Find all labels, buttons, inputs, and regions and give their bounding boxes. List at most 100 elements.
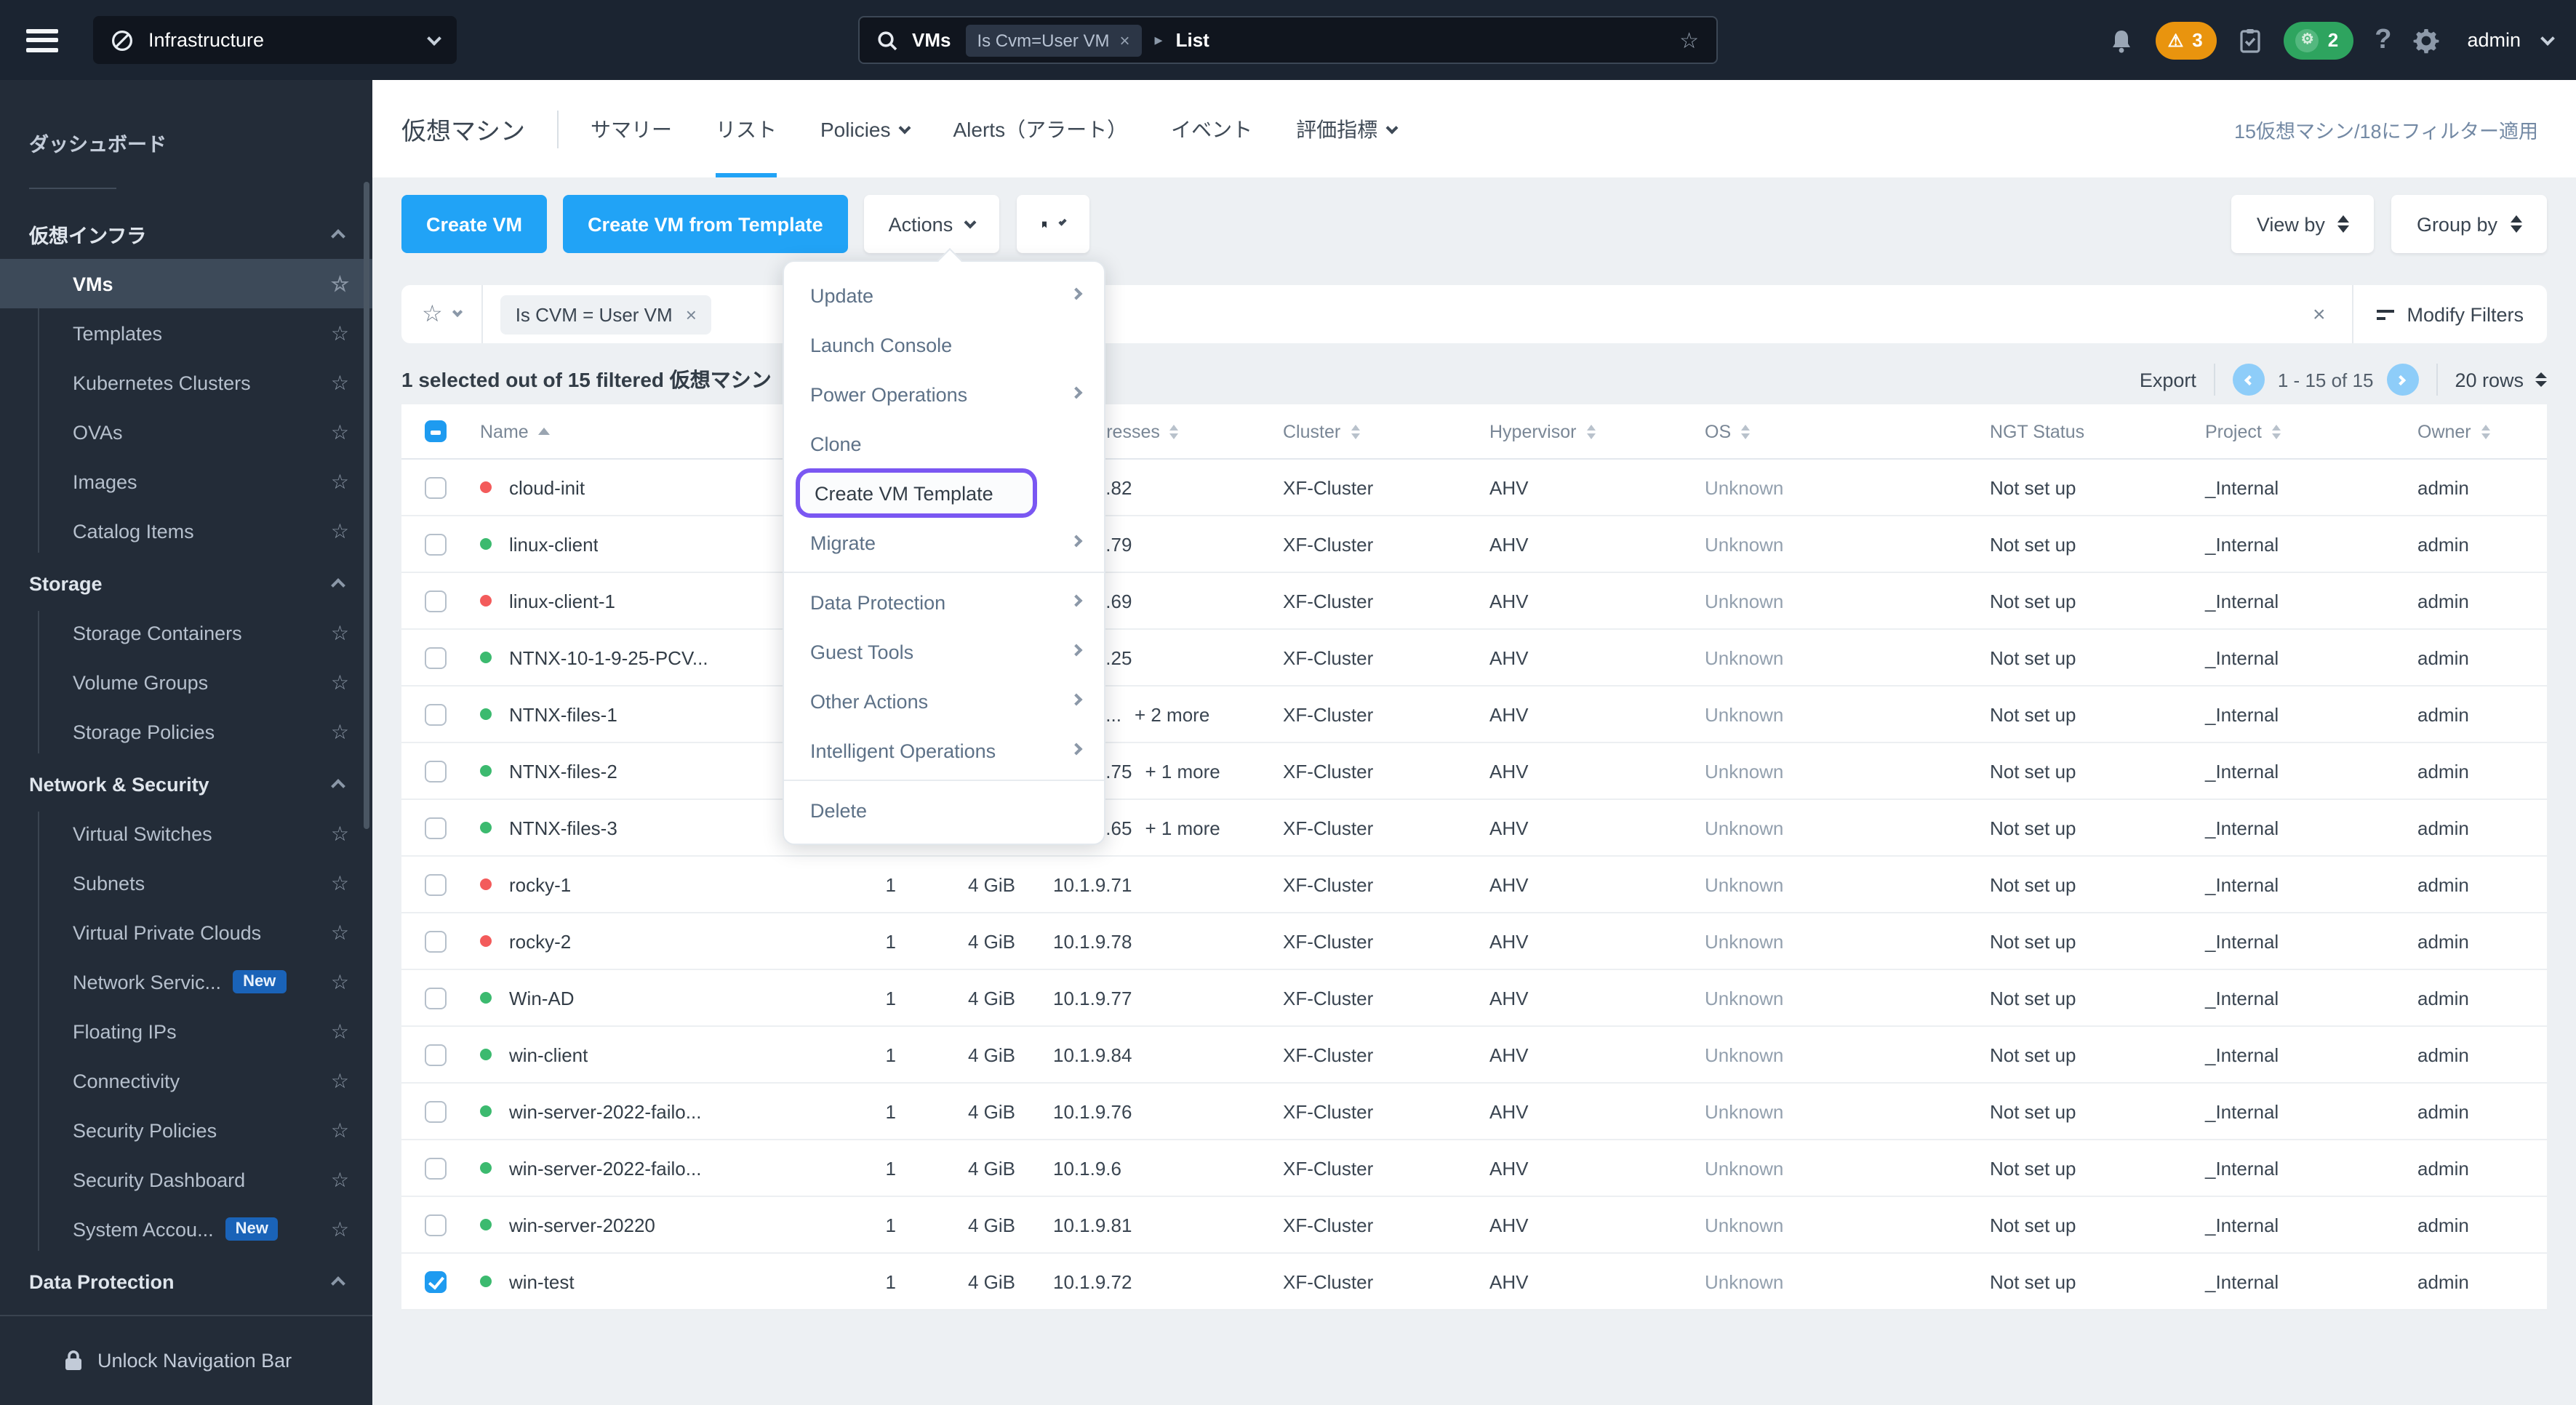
vm-name[interactable]: win-server-20220 [509,1214,655,1236]
vm-name[interactable]: Win-AD [509,987,575,1009]
table-row[interactable]: win-server-2022-failo... 1 4 GiB 10.1.9.76 X… [401,1084,2547,1140]
group-by-button[interactable]: Group by [2391,195,2547,253]
menu-item-other-actions[interactable]: Other Actions [784,676,1104,726]
star-icon[interactable]: ☆ [331,420,349,444]
ip-more[interactable]: + 2 more [1135,703,1209,725]
previous-page-button[interactable] [2232,364,2265,396]
table-row[interactable]: NTNX-10-1-9-25-PCV...14 GiB10.1.9.25XF-C… [401,630,2547,687]
star-icon[interactable]: ☆ [331,1118,349,1142]
sidebar-item-templates[interactable]: Templates ☆ [0,308,372,358]
star-icon[interactable]: ☆ [331,870,349,895]
star-icon[interactable]: ☆ [331,920,349,945]
star-icon[interactable]: ☆ [331,1167,349,1192]
global-search[interactable]: VMs Is Cvm=User VM × ▸ List ☆ [858,16,1718,64]
menu-item-migrate[interactable]: Migrate [784,518,1104,567]
star-icon[interactable]: ☆ [331,1019,349,1044]
ip-more[interactable]: + 1 more [1145,817,1220,838]
table-row[interactable]: win-test 1 4 GiB 10.1.9.72 XF-Cluster AHV Unkn… [401,1254,2547,1310]
sidebar-item-kubernetes-clusters[interactable]: Kubernetes Clusters ☆ [0,358,372,407]
chip-close-icon[interactable]: × [686,303,697,325]
star-icon[interactable]: ☆ [331,321,349,345]
tab-サマリー[interactable]: サマリー [591,80,672,177]
vm-name[interactable]: linux-client [509,533,599,555]
row-checkbox[interactable] [425,590,447,612]
column-header-cluster[interactable]: Cluster [1265,421,1472,441]
row-checkbox[interactable] [425,930,447,952]
tab-評価指標[interactable]: 評価指標 [1296,80,1399,177]
star-icon[interactable]: ☆ [331,719,349,744]
column-header-name[interactable]: Name [463,421,826,441]
table-row[interactable]: cloud-init14 GiB10.1.9.82XF-ClusterAHVUn… [401,460,2547,516]
table-row[interactable]: NTNX-files-114 GiB10.1.9...+ 2 moreXF-Cl… [401,687,2547,743]
menu-item-power-operations[interactable]: Power Operations [784,369,1104,419]
column-header-os[interactable]: OS [1687,421,1972,441]
sidebar-item-volume-groups[interactable]: Volume Groups ☆ [0,657,372,707]
star-icon[interactable]: ☆ [331,469,349,494]
sidebar-item-catalog-items[interactable]: Catalog Items ☆ [0,506,372,556]
row-checkbox[interactable] [425,1100,447,1122]
vm-name[interactable]: win-test [509,1270,575,1292]
star-icon[interactable]: ☆ [331,670,349,695]
sidebar-item-security-policies[interactable]: Security Policies ☆ [0,1105,372,1155]
tab-alerts（アラート）[interactable]: Alerts（アラート） [953,80,1128,177]
sidebar-item-storage-containers[interactable]: Storage Containers ☆ [0,608,372,657]
ip-more[interactable]: + 1 more [1145,760,1220,782]
table-row[interactable]: linux-client14 GiB10.1.9.79XF-ClusterAHV… [401,516,2547,573]
sidebar-item-floating-ips[interactable]: Floating IPs ☆ [0,1006,372,1056]
sidebar-section-header[interactable]: Storage [0,559,372,608]
row-checkbox[interactable] [425,817,447,838]
bookmark-button[interactable] [1017,195,1090,253]
tasks-clipboard-icon[interactable] [2239,27,2263,53]
next-page-button[interactable] [2386,364,2419,396]
table-row[interactable]: linux-client-114 GiB10.1.9.69XF-ClusterA… [401,573,2547,630]
column-header-owner[interactable]: Owner [2400,421,2540,441]
table-row[interactable]: Win-AD 1 4 GiB 10.1.9.77 XF-Cluster AHV Unknow… [401,970,2547,1027]
gear-icon[interactable] [2413,27,2439,53]
vm-name[interactable]: win-client [509,1044,588,1065]
sidebar-item-virtual-switches[interactable]: Virtual Switches ☆ [0,809,372,858]
vm-name[interactable]: NTNX-files-2 [509,760,617,782]
app-switcher[interactable]: Infrastructure [93,16,457,64]
column-header-hypervisor[interactable]: Hypervisor [1472,421,1687,441]
vm-name[interactable]: win-server-2022-failo... [509,1100,701,1122]
menu-item-update[interactable]: Update [784,271,1104,320]
sidebar-item-system-accou-[interactable]: System Accou... New ☆ [0,1204,372,1254]
vm-name[interactable]: cloud-init [509,476,585,498]
help-icon[interactable]: ? [2375,24,2391,56]
menu-item-guest-tools[interactable]: Guest Tools [784,627,1104,676]
star-icon[interactable]: ☆ [331,620,349,645]
table-row[interactable]: NTNX-files-214 GiB10.1.9.75+ 1 moreXF-Cl… [401,743,2547,800]
sidebar-item-storage-policies[interactable]: Storage Policies ☆ [0,707,372,756]
row-checkbox[interactable] [425,647,447,668]
star-icon[interactable]: ☆ [331,370,349,395]
saved-filters-control[interactable]: ☆ [401,300,482,329]
row-checkbox[interactable] [425,533,447,555]
tab-リスト[interactable]: リスト [716,80,777,177]
table-row[interactable]: win-server-20220 1 4 GiB 10.1.9.81 XF-Cluste… [401,1197,2547,1254]
menu-item-launch-console[interactable]: Launch Console [784,320,1104,369]
menu-item-clone[interactable]: Clone [784,419,1104,468]
row-checkbox[interactable] [425,1044,447,1065]
star-icon[interactable]: ☆ [331,1068,349,1093]
filter-chip[interactable]: Is CVM = User VM × [500,295,711,334]
table-row[interactable]: NTNX-files-314 GiB10.1.9.65+ 1 moreXF-Cl… [401,800,2547,857]
chip-close-icon[interactable]: × [1120,30,1130,50]
hamburger-menu-icon[interactable] [26,28,58,52]
row-checkbox[interactable] [425,873,447,895]
row-checkbox[interactable] [425,760,447,782]
sidebar-section-header[interactable]: 仮想インフラ [0,209,372,259]
vm-name[interactable]: rocky-1 [509,873,571,895]
unlock-navigation-bar[interactable]: Unlock Navigation Bar [0,1315,372,1405]
star-icon[interactable]: ☆ [331,271,349,296]
row-checkbox[interactable] [425,1214,447,1236]
tab-イベント[interactable]: イベント [1171,80,1252,177]
row-checkbox[interactable] [425,987,447,1009]
sidebar-item-connectivity[interactable]: Connectivity ☆ [0,1056,372,1105]
create-vm-button[interactable]: Create VM [401,195,548,253]
row-checkbox[interactable] [425,1157,447,1179]
menu-item-data-protection[interactable]: Data Protection [784,577,1104,627]
modify-filters-button[interactable]: Modify Filters [2353,303,2547,325]
table-row[interactable]: win-client 1 4 GiB 10.1.9.84 XF-Cluster AHV Un… [401,1027,2547,1084]
star-icon[interactable]: ☆ [331,821,349,846]
alerts-badge[interactable]: ⚠ 3 [2156,21,2217,59]
